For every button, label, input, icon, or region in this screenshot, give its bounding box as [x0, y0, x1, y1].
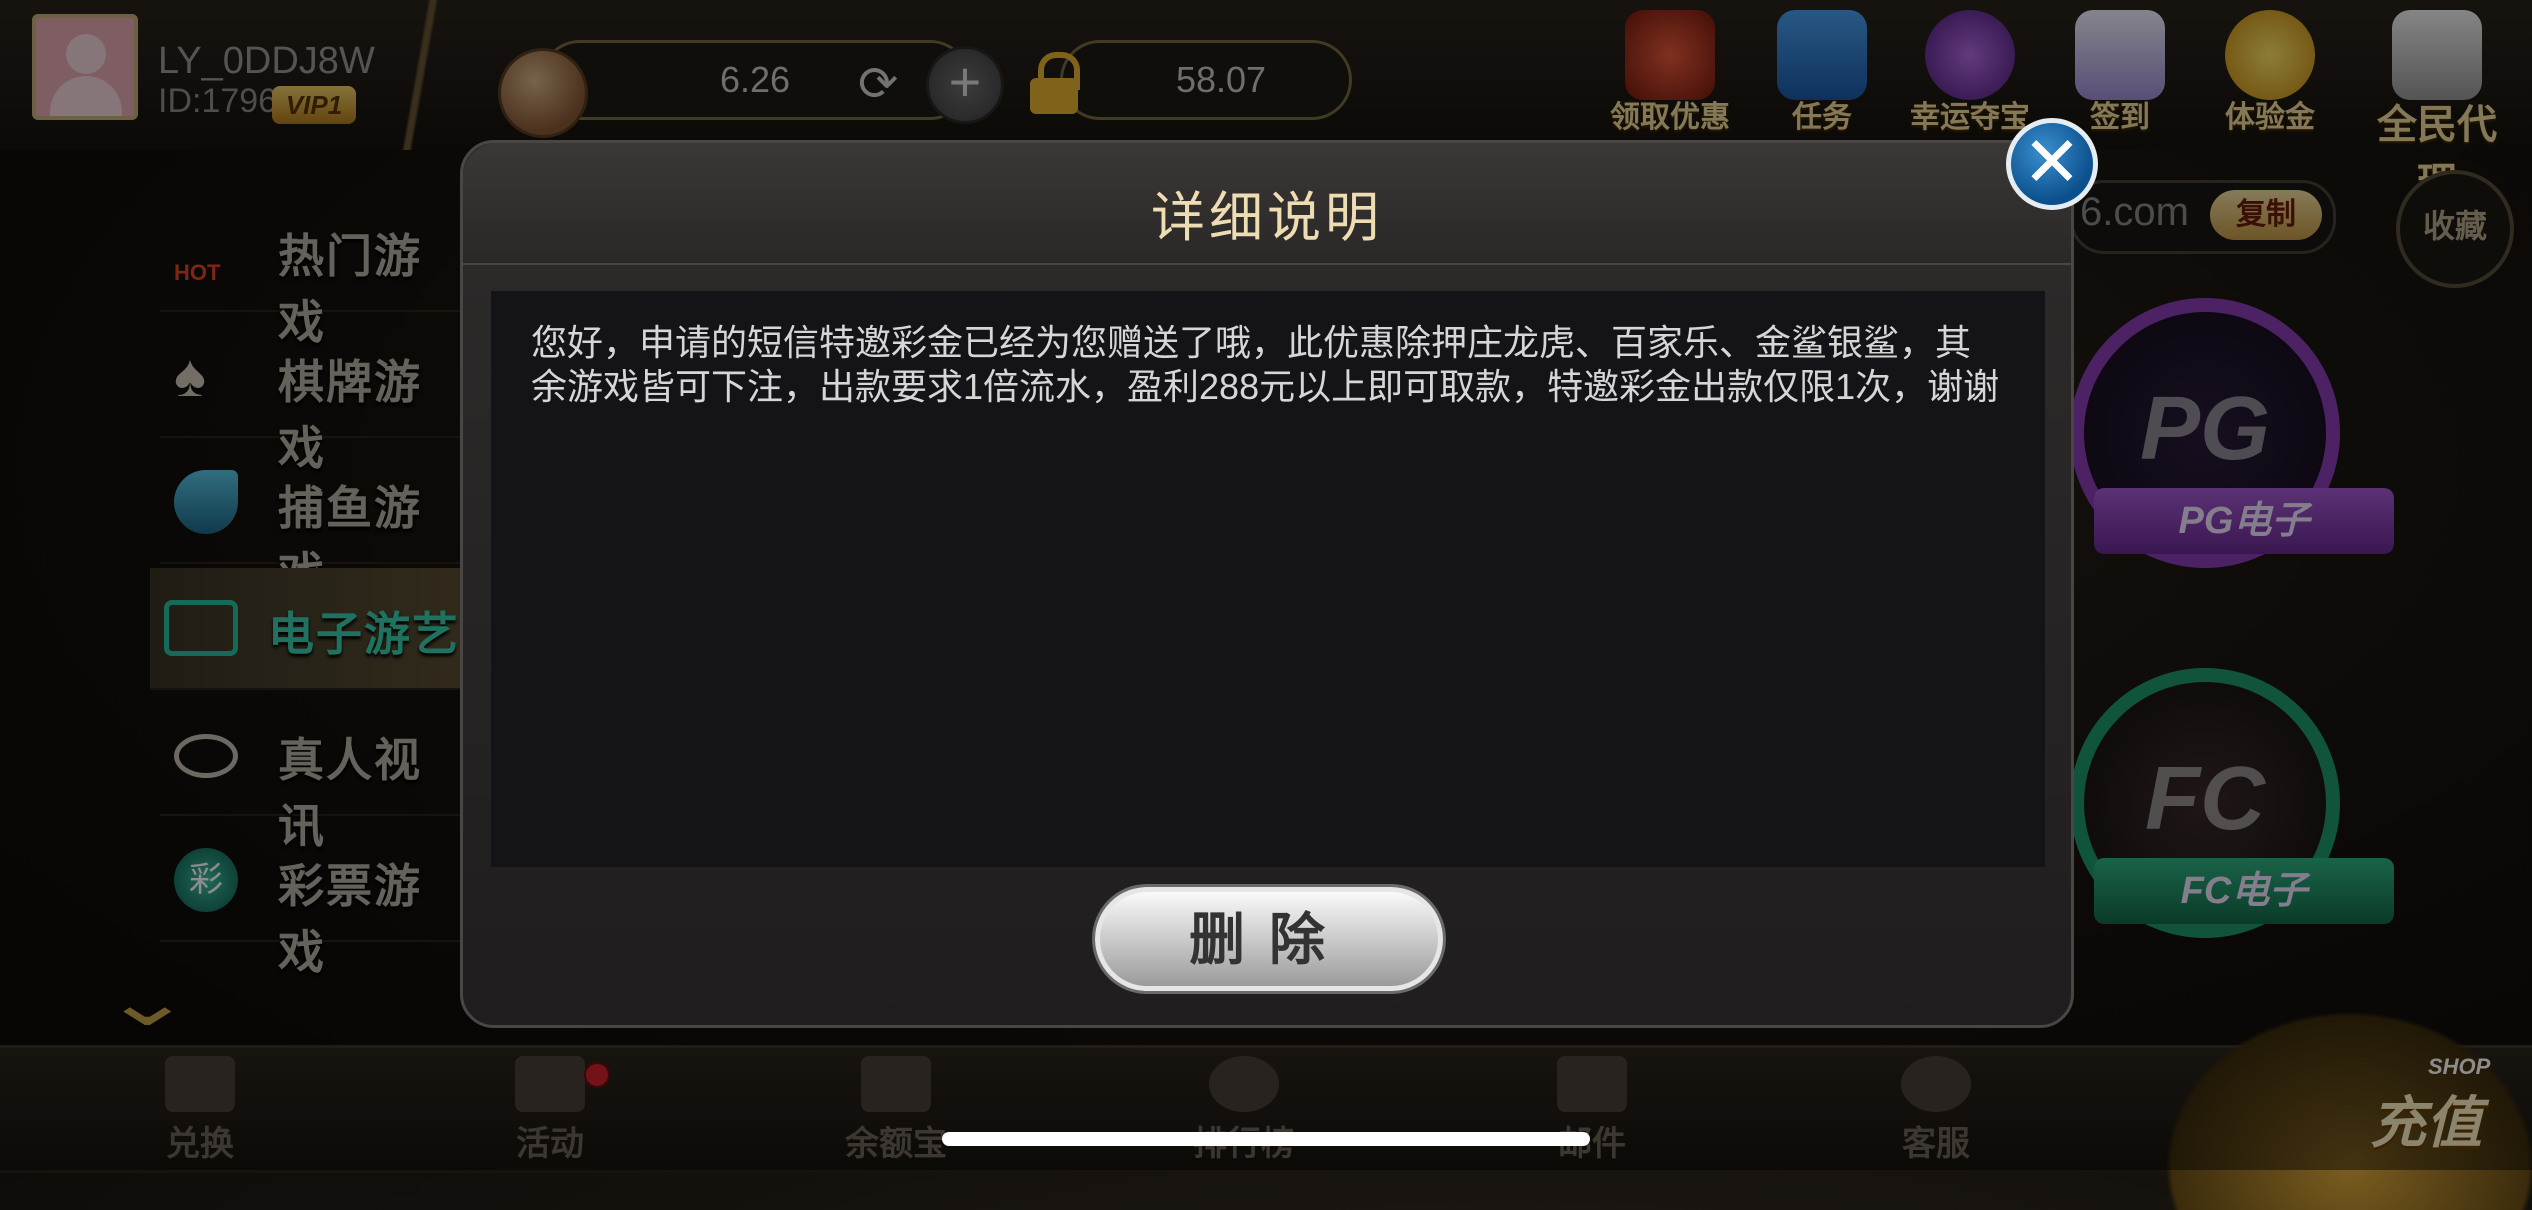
- message-body: 您好，申请的短信特邀彩金已经为您赠送了哦，此优惠除押庄龙虎、百家乐、金鲨银鲨，其…: [531, 322, 2000, 407]
- modal-title: 详细说明: [1151, 188, 1383, 248]
- modal-header: 详细说明: [463, 143, 2071, 265]
- detail-modal: 详细说明 您好，申请的短信特邀彩金已经为您赠送了哦，此优惠除押庄龙虎、百家乐、金…: [460, 140, 2074, 1028]
- delete-button[interactable]: 删除: [1095, 887, 1443, 991]
- message-content-box: 您好，申请的短信特邀彩金已经为您赠送了哦，此优惠除押庄龙虎、百家乐、金鲨银鲨，其…: [491, 291, 2045, 867]
- close-icon[interactable]: ✕: [2006, 118, 2098, 210]
- home-indicator[interactable]: [942, 1132, 1590, 1146]
